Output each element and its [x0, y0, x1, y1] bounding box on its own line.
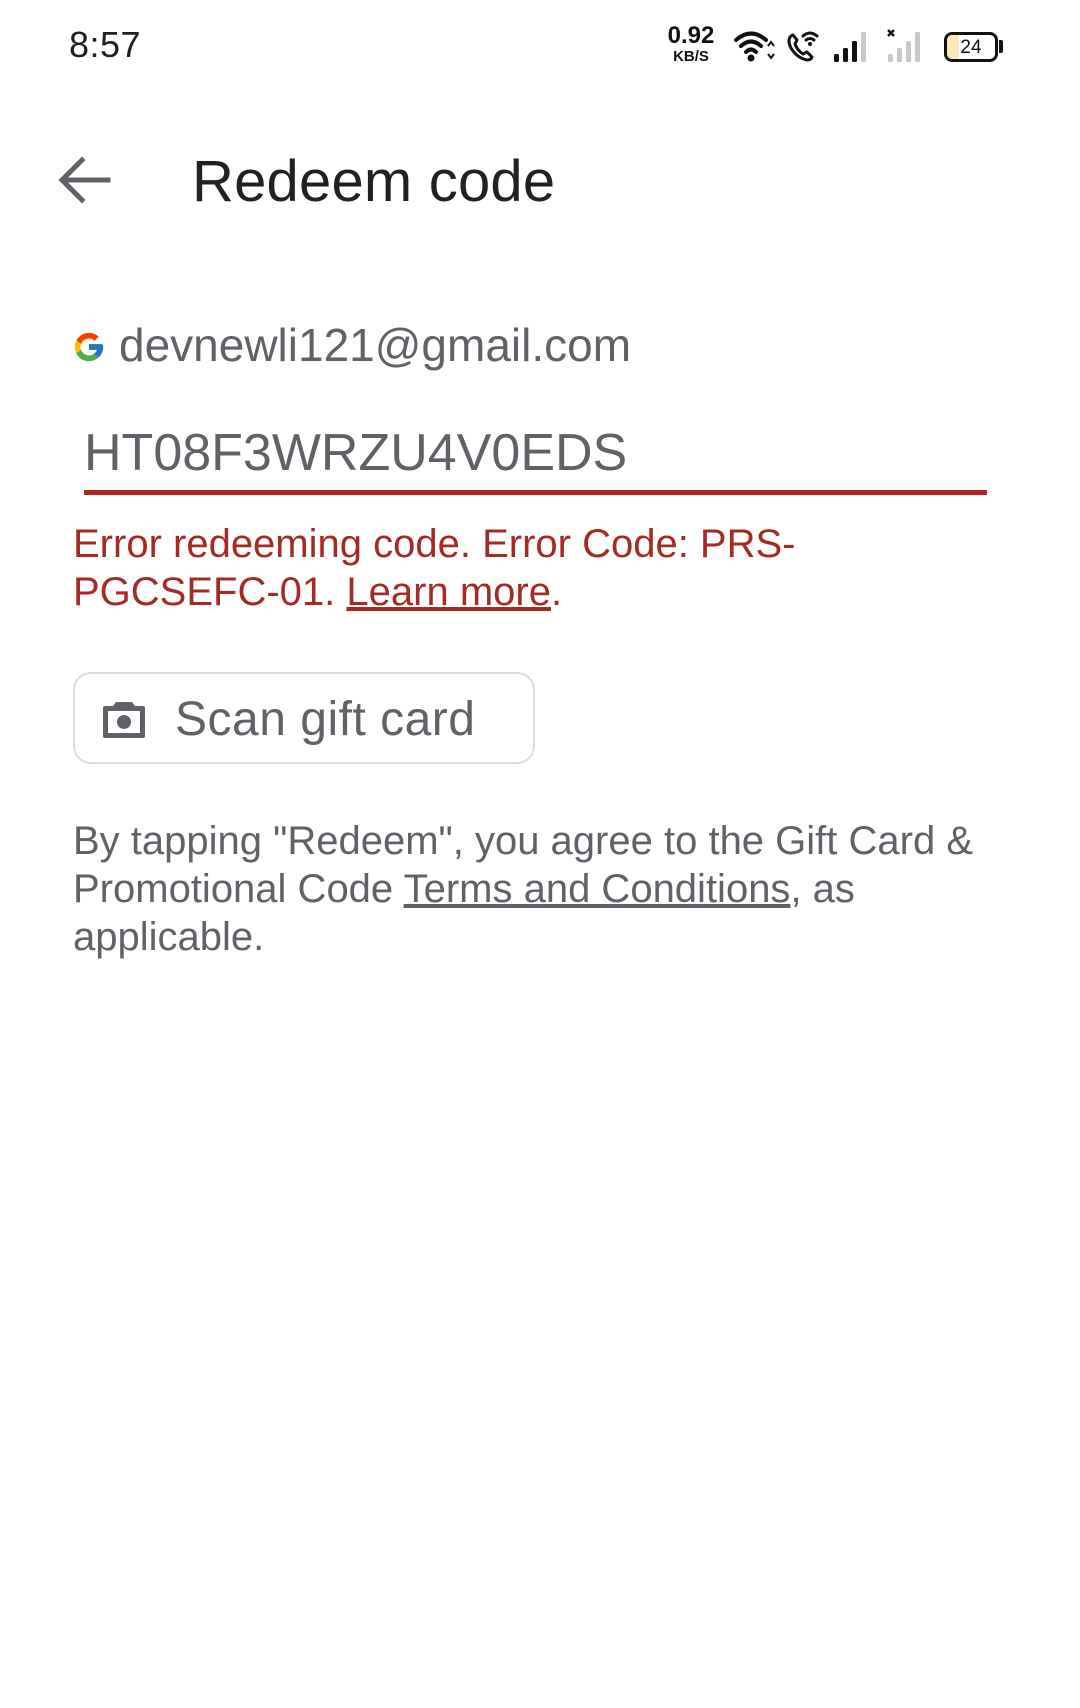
battery-icon: 24 — [944, 32, 998, 62]
back-button[interactable] — [52, 148, 116, 212]
terms-notice: By tapping "Redeem", you agree to the Gi… — [73, 817, 1013, 961]
wifi-icon — [734, 31, 775, 62]
wifi-calling-icon — [787, 31, 819, 62]
code-input-error-underline — [84, 490, 987, 495]
code-input[interactable] — [84, 418, 987, 488]
battery-level: 24 — [960, 37, 982, 58]
error-message: Error redeeming code. Error Code: PRS-PG… — [73, 520, 973, 616]
status-time: 8:57 — [69, 24, 142, 65]
camera-icon — [103, 702, 145, 738]
page-title: Redeem code — [192, 149, 556, 214]
error-trailing: . — [550, 570, 563, 614]
google-g-icon — [74, 332, 104, 362]
network-speed: 0.92 KB/S — [665, 22, 717, 65]
signal-sim1-icon — [834, 32, 866, 62]
terms-and-conditions-link[interactable]: Terms and Conditions — [404, 867, 791, 911]
account-email: devnewli121@gmail.com — [119, 319, 632, 371]
scan-gift-card-label: Scan gift card — [175, 693, 476, 746]
battery-tip — [999, 40, 1003, 53]
scan-gift-card-button[interactable]: Scan gift card — [73, 672, 535, 764]
network-speed-unit: KB/S — [673, 48, 709, 65]
arrow-back-icon — [58, 156, 111, 204]
learn-more-link[interactable]: Learn more — [346, 570, 551, 614]
signal-sim2-no-service-icon — [887, 29, 920, 62]
network-speed-value: 0.92 — [667, 22, 715, 49]
